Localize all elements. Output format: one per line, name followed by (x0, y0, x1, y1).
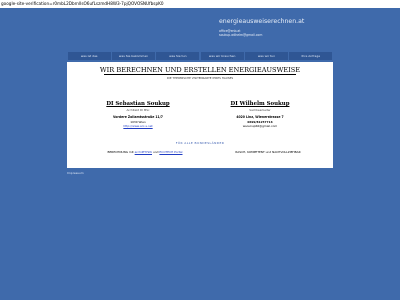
page-subtitle: DIE THERMISCHE VISITENKARTE IHRES HAUSES (166, 75, 234, 80)
region-caption: FÜR ALLE BUNDESLÄNDER (175, 141, 225, 145)
contact-name: DI Sebastian Soukup (106, 101, 170, 107)
nav-item-was-sie-tun[interactable]: was Sie tun (156, 52, 200, 60)
site-verification-text: google-site-verification=r0mbL2DbrnlIsO6… (1, 1, 164, 6)
ecotech-portal-link[interactable]: ECOTECH Portal (159, 150, 182, 154)
contact-role: Architekt DI MSc (126, 108, 150, 112)
contact-email: wsoukup66@gmail.com (242, 124, 278, 128)
nav-item-was-wir-brauchen[interactable]: was wir brauchen (200, 52, 244, 60)
contact-name: DI Wilhelm Soukup (230, 101, 290, 107)
banner: energieausweiserechnen.at office@enb.at … (67, 13, 333, 47)
nav-item-ihre-anfrage[interactable]: Ihre Anfrage (289, 52, 333, 60)
impressum-link[interactable]: Impressum (67, 171, 84, 175)
content-panel: WIR BERECHNEN UND ERSTELLEN ENERGIEAUSWE… (67, 62, 333, 168)
banner-contact-line-2: soukup.wilhelm@gmail.com (219, 33, 263, 38)
calculation-prefix: BERECHNUNG mit (107, 150, 134, 154)
nav-item-was-wir-tun[interactable]: was wir tun (244, 52, 289, 60)
nav-item-was-sie-bekommen[interactable]: was Sie bekommen (111, 52, 156, 60)
site-verification-strip: google-site-verification=r0mbL2DbrnlIsO6… (0, 0, 400, 8)
nav-item-was-ist-das[interactable]: was ist das (67, 52, 111, 60)
contact-card-sebastian: DI Sebastian Soukup Architekt DI MSc Vor… (91, 101, 185, 141)
page-title: WIR BERECHNEN UND ERSTELLEN ENERGIEAUSWE… (99, 66, 301, 74)
site-title: energieausweiserechnen.at (219, 18, 305, 25)
banner-contact: office@enb.at soukup.wilhelm@gmail.com (219, 29, 262, 38)
tagline: RASCH, KOMPETENT und NACHVOLLZIEHBAR (235, 150, 301, 154)
calculation-note: BERECHNUNG mit archiPHYSIK und ECOTECH P… (85, 150, 205, 154)
main-nav: was ist das was Sie bekommen was Sie tun… (67, 52, 333, 60)
contact-role: Sachbearbeiter (249, 108, 271, 112)
website-link[interactable]: http://www.arc-s.net (91, 124, 185, 128)
contact-card-wilhelm: DI Wilhelm Soukup Sachbearbeiter 4020 Li… (213, 101, 307, 141)
archiphysik-link[interactable]: archiPHYSIK (135, 150, 152, 154)
calculation-mid: und (152, 150, 159, 154)
